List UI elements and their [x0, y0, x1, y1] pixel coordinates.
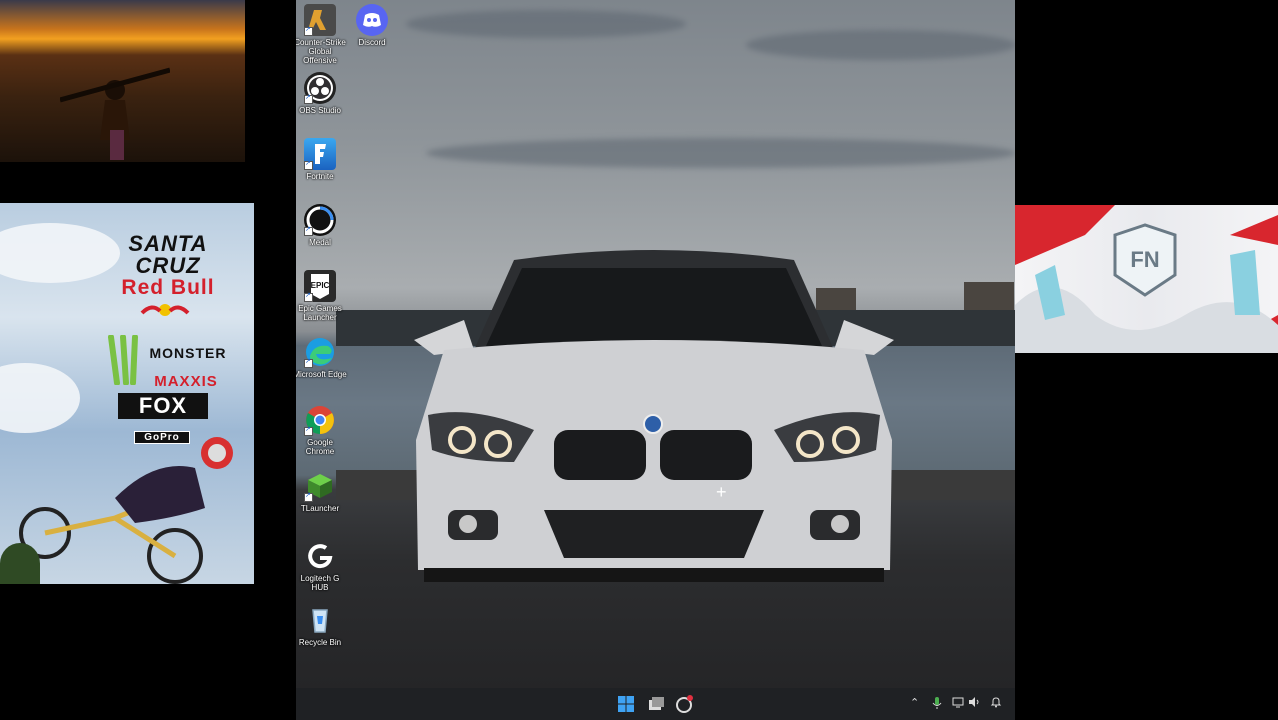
recycle-bin-icon [304, 604, 336, 636]
desktop-icon-label: Google Chrome [305, 438, 335, 456]
monster-energy-logo: MONSTER [149, 345, 227, 361]
bike-rider-silhouette [60, 67, 170, 160]
medal-taskbar-icon[interactable] [674, 694, 694, 714]
desktop-icon-label: Microsoft Edge [296, 370, 347, 379]
desktop-icon-recycle-bin[interactable]: Recycle Bin [296, 604, 348, 647]
fortnite-banner-art: FN [1015, 205, 1278, 353]
desktop-icon-discord[interactable]: Discord [344, 4, 400, 47]
desktop-icon-edge[interactable]: Microsoft Edge [296, 336, 348, 379]
desktop-screen[interactable]: Counter-Strike Global Offensive Discord … [296, 0, 1015, 720]
task-view-icon[interactable] [646, 694, 666, 714]
desktop-icon-tlauncher[interactable]: TLauncher [296, 470, 348, 513]
svg-text:FN: FN [1130, 247, 1159, 272]
desktop-icon-fortnite[interactable]: Fortnite [296, 138, 348, 181]
chevron-up-icon[interactable]: ⌃ [910, 696, 919, 709]
microphone-icon[interactable] [932, 696, 942, 713]
logitech-icon [304, 540, 336, 572]
desktop-icon-medal[interactable]: Medal [296, 204, 348, 247]
cloud-band [406, 10, 686, 38]
sponsor-banner: SANTA CRUZ Red Bull MONSTER MAXXIS FOX G… [0, 203, 254, 584]
svg-text:EPIC: EPIC [311, 281, 330, 290]
desktop-icon-label: Logitech G HUB [300, 574, 340, 592]
volume-icon[interactable] [968, 696, 980, 711]
windows-start-icon[interactable] [616, 694, 636, 714]
desktop-icon-label: Recycle Bin [298, 638, 342, 647]
desktop-icon-epic-games[interactable]: EPIC Epic Games Launcher [296, 270, 348, 322]
redbull-bulls-icon [140, 304, 190, 316]
fortnite-icon [304, 138, 336, 170]
obs-icon [304, 72, 336, 104]
desktop-icon-label: Counter-Strike Global Offensive [296, 38, 346, 65]
redbull-logo: Red Bull [121, 276, 215, 299]
tlauncher-icon [304, 470, 336, 502]
display-icon[interactable] [952, 696, 964, 711]
desktop-icon-counter-strike[interactable]: Counter-Strike Global Offensive [296, 4, 348, 65]
desktop-icon-chrome[interactable]: Google Chrome [296, 404, 348, 456]
medal-icon [304, 204, 336, 236]
cloud-band [426, 138, 1015, 168]
fox-logo: FOX [118, 393, 208, 419]
desktop-icon-label: Medal [309, 238, 331, 247]
maxxis-logo: MAXXIS [154, 373, 218, 390]
taskbar: ⌃ [296, 688, 1015, 720]
crosshair-cursor: + [716, 482, 727, 502]
desktop-icon-label: Epic Games Launcher [298, 304, 342, 322]
desktop-icon-label: TLauncher [300, 504, 340, 513]
desktop-icon-label: OBS Studio [299, 106, 341, 115]
desktop-icon-label: Fortnite [306, 172, 334, 181]
counter-strike-icon [304, 4, 336, 36]
cloud-band [746, 30, 1015, 60]
cloud [0, 363, 80, 433]
epic-games-icon: EPIC [304, 270, 336, 302]
discord-icon [356, 4, 388, 36]
desktop-icon-label: Discord [358, 38, 386, 47]
desktop-icon-logitech[interactable]: Logitech G HUB [296, 540, 348, 592]
cloud [0, 223, 120, 283]
notification-bell-icon[interactable] [990, 696, 1002, 711]
tree-shape [0, 543, 40, 584]
edge-icon [304, 336, 336, 368]
sunset-rider-image [0, 0, 245, 162]
bmw-car-wallpaper [414, 250, 894, 582]
chrome-icon [304, 404, 336, 436]
desktop-icon-obs[interactable]: OBS Studio [296, 72, 348, 115]
monster-claw-icon [108, 335, 138, 385]
fortnite-banner: FN [1015, 205, 1278, 353]
